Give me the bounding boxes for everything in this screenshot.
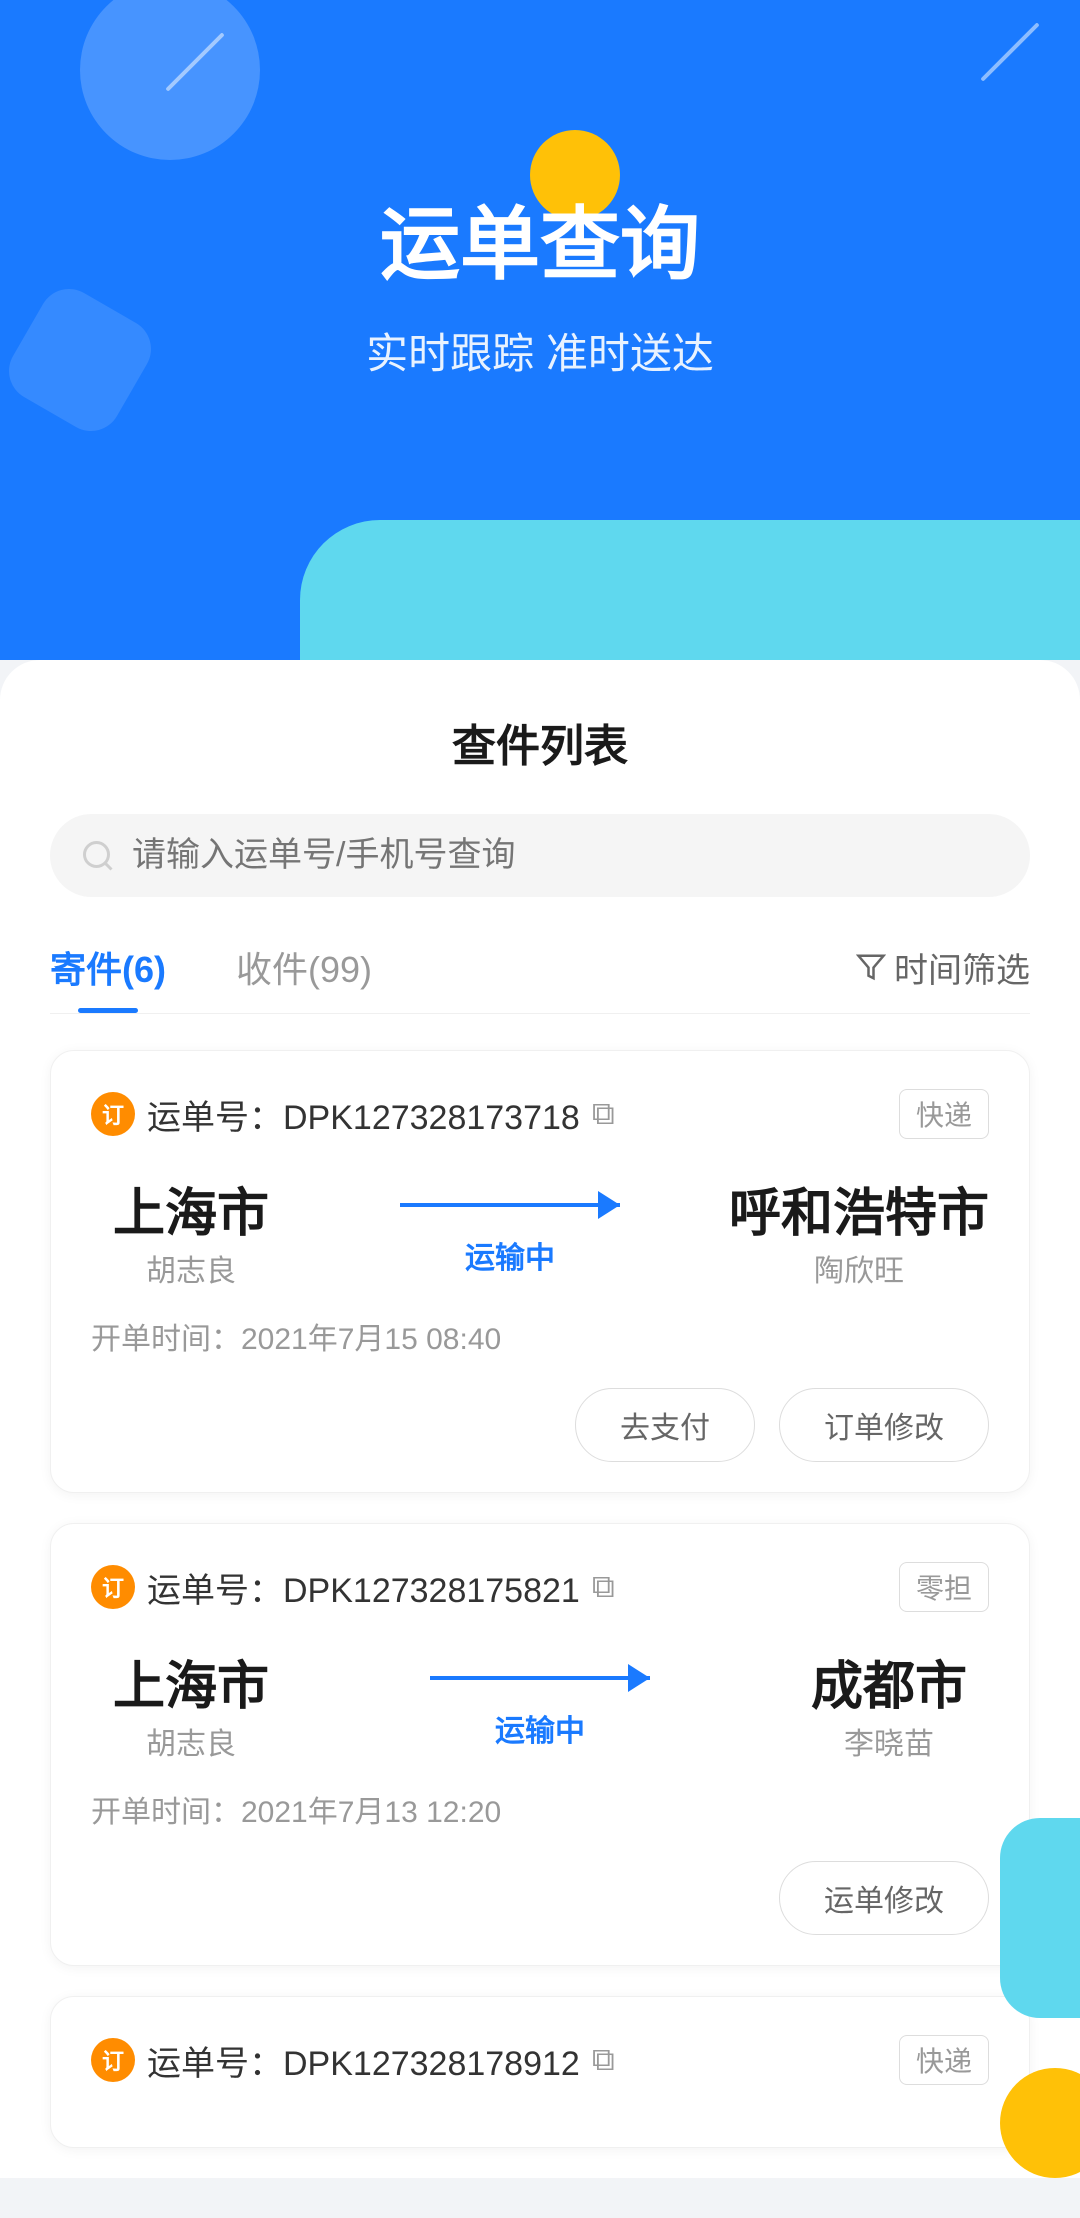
shipment-header-2: 订 运单号：DPK127328178912 ⧉ 快递 [91, 2035, 989, 2085]
hero-subtitle: 实时跟踪 准时送达 [366, 320, 714, 381]
shipment-no-1: 运单号：DPK127328175821 [147, 1563, 580, 1612]
shipment-card-1: 订 运单号：DPK127328175821 ⧉ 零担 上海市 胡志良 运输中 [50, 1523, 1030, 1966]
wave-section [0, 520, 1080, 660]
page-title: 运单查询 [380, 180, 700, 296]
arrow-head-1 [628, 1664, 650, 1692]
shipment-card-2: 订 运单号：DPK127328178912 ⧉ 快递 [50, 1996, 1030, 2148]
from-section-0: 上海市 胡志良 [91, 1171, 291, 1290]
wave-inner [300, 520, 1080, 660]
tab-filter[interactable]: 时间筛选 [856, 943, 1030, 1012]
shipment-no-2: 运单号：DPK127328178912 [147, 2036, 580, 2085]
from-city-1: 上海市 [91, 1644, 291, 1719]
search-bar[interactable] [50, 814, 1030, 897]
tab-send[interactable]: 寄件(6) [50, 941, 166, 1013]
card-container: 查件列表 寄件(6) 收件(99) 时间筛选 订 [0, 660, 1080, 2178]
shipment-card-0: 订 运单号：DPK127328173718 ⧉ 快递 上海市 胡志良 运输中 [50, 1050, 1030, 1493]
route-arrow-0 [400, 1185, 620, 1225]
from-city-0: 上海市 [91, 1171, 291, 1246]
shipment-no-group-1: 订 运单号：DPK127328175821 ⧉ [91, 1563, 615, 1612]
copy-icon-2[interactable]: ⧉ [592, 2041, 615, 2079]
filter-label: 时间筛选 [894, 943, 1030, 992]
shipment-header-0: 订 运单号：DPK127328173718 ⧉ 快递 [91, 1089, 989, 1139]
shipment-no-0: 运单号：DPK127328173718 [147, 1090, 580, 1139]
hero-section: 运单查询 实时跟踪 准时送达 [0, 0, 1080, 520]
route-status-1: 运输中 [495, 1706, 585, 1750]
from-person-0: 胡志良 [91, 1246, 291, 1290]
type-badge-0: 快递 [899, 1089, 989, 1139]
from-person-1: 胡志良 [91, 1719, 291, 1763]
route-center-0: 运输中 [291, 1185, 729, 1277]
search-icon [80, 838, 116, 874]
card-title: 查件列表 [50, 710, 1030, 774]
deco-line-tr [980, 22, 1039, 81]
tab-receive[interactable]: 收件(99) [236, 941, 372, 1013]
to-section-1: 成都市 李晓苗 [789, 1644, 989, 1763]
shipment-actions-1: 运单修改 [91, 1861, 989, 1935]
to-city-1: 成都市 [789, 1644, 989, 1719]
action-btn-edit-0[interactable]: 订单修改 [779, 1388, 989, 1462]
route-center-1: 运输中 [291, 1658, 789, 1750]
to-city-0: 呼和浩特市 [729, 1171, 989, 1246]
shipment-no-group-2: 订 运单号：DPK127328178912 ⧉ [91, 2036, 615, 2085]
deco-shape-bl [0, 278, 162, 442]
from-section-1: 上海市 胡志良 [91, 1644, 291, 1763]
route-section-1: 上海市 胡志良 运输中 成都市 李晓苗 [91, 1644, 989, 1763]
shipment-actions-0: 去支付 订单修改 [91, 1388, 989, 1462]
shipment-header-1: 订 运单号：DPK127328175821 ⧉ 零担 [91, 1562, 989, 1612]
action-btn-pay-0[interactable]: 去支付 [575, 1388, 755, 1462]
route-arrow-1 [430, 1658, 650, 1698]
copy-icon-0[interactable]: ⧉ [592, 1095, 615, 1133]
route-status-0: 运输中 [465, 1233, 555, 1277]
arrow-head-0 [598, 1191, 620, 1219]
arrow-line-0 [400, 1203, 620, 1207]
copy-icon-1[interactable]: ⧉ [592, 1568, 615, 1606]
route-section-0: 上海市 胡志良 运输中 呼和浩特市 陶欣旺 [91, 1171, 989, 1290]
search-input[interactable] [132, 836, 1000, 875]
order-icon-0: 订 [91, 1092, 135, 1136]
shipment-date-1: 开单时间：2021年7月13 12:20 [91, 1787, 989, 1831]
filter-icon [856, 952, 886, 982]
to-person-1: 李晓苗 [789, 1719, 989, 1763]
main-content: 查件列表 寄件(6) 收件(99) 时间筛选 订 [0, 660, 1080, 2218]
order-icon-2: 订 [91, 2038, 135, 2082]
arrow-line-1 [430, 1676, 650, 1680]
tabs-bar: 寄件(6) 收件(99) 时间筛选 [50, 941, 1030, 1014]
order-icon-1: 订 [91, 1565, 135, 1609]
to-section-0: 呼和浩特市 陶欣旺 [729, 1171, 989, 1290]
type-badge-1: 零担 [899, 1562, 989, 1612]
shipment-no-group-0: 订 运单号：DPK127328173718 ⧉ [91, 1090, 615, 1139]
shipment-date-0: 开单时间：2021年7月15 08:40 [91, 1314, 989, 1358]
deco-cyan-right [1000, 1818, 1080, 2018]
action-btn-edit-1[interactable]: 运单修改 [779, 1861, 989, 1935]
to-person-0: 陶欣旺 [729, 1246, 989, 1290]
deco-circle-tl [80, 0, 260, 160]
type-badge-2: 快递 [899, 2035, 989, 2085]
